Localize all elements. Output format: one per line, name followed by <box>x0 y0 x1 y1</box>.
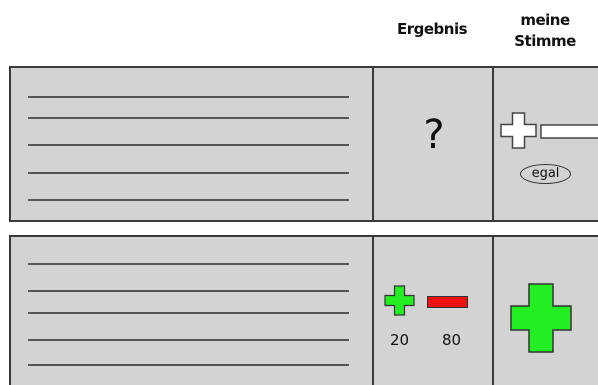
proposal-row: 20 80 <box>9 235 598 385</box>
no-count: 80 <box>442 331 462 349</box>
text-line <box>28 117 349 119</box>
vote-cell: egal <box>492 68 598 220</box>
text-line <box>28 364 349 366</box>
text-line <box>28 96 349 98</box>
result-cell: ? <box>372 68 494 220</box>
proposal-row: ? egal <box>9 66 598 222</box>
result-no-minus-icon <box>427 296 468 308</box>
yes-count: 20 <box>390 331 410 349</box>
vote-no-outline-minus-icon[interactable] <box>540 124 598 139</box>
vote-neutral-button[interactable]: egal <box>520 164 571 184</box>
result-unknown: ? <box>423 112 445 158</box>
vote-cell <box>492 237 598 385</box>
result-column-header: Ergebnis <box>396 20 468 38</box>
vote-yes-outline-plus-icon[interactable] <box>500 112 537 149</box>
my-vote-header-line2: Stimme <box>514 32 576 50</box>
text-line <box>28 290 349 292</box>
text-line <box>28 263 349 265</box>
proposal-text-placeholder <box>11 237 372 385</box>
text-line <box>28 199 349 201</box>
result-cell: 20 80 <box>372 237 494 385</box>
my-vote-yes-plus-icon[interactable] <box>510 283 572 353</box>
result-yes-plus-icon <box>384 285 415 316</box>
text-line <box>28 339 349 341</box>
text-line <box>28 312 349 314</box>
proposal-text-placeholder <box>11 68 372 220</box>
my-vote-header-line1: meine <box>520 11 570 29</box>
text-line <box>28 172 349 174</box>
my-vote-column-header: meine Stimme <box>492 10 598 52</box>
text-line <box>28 144 349 146</box>
